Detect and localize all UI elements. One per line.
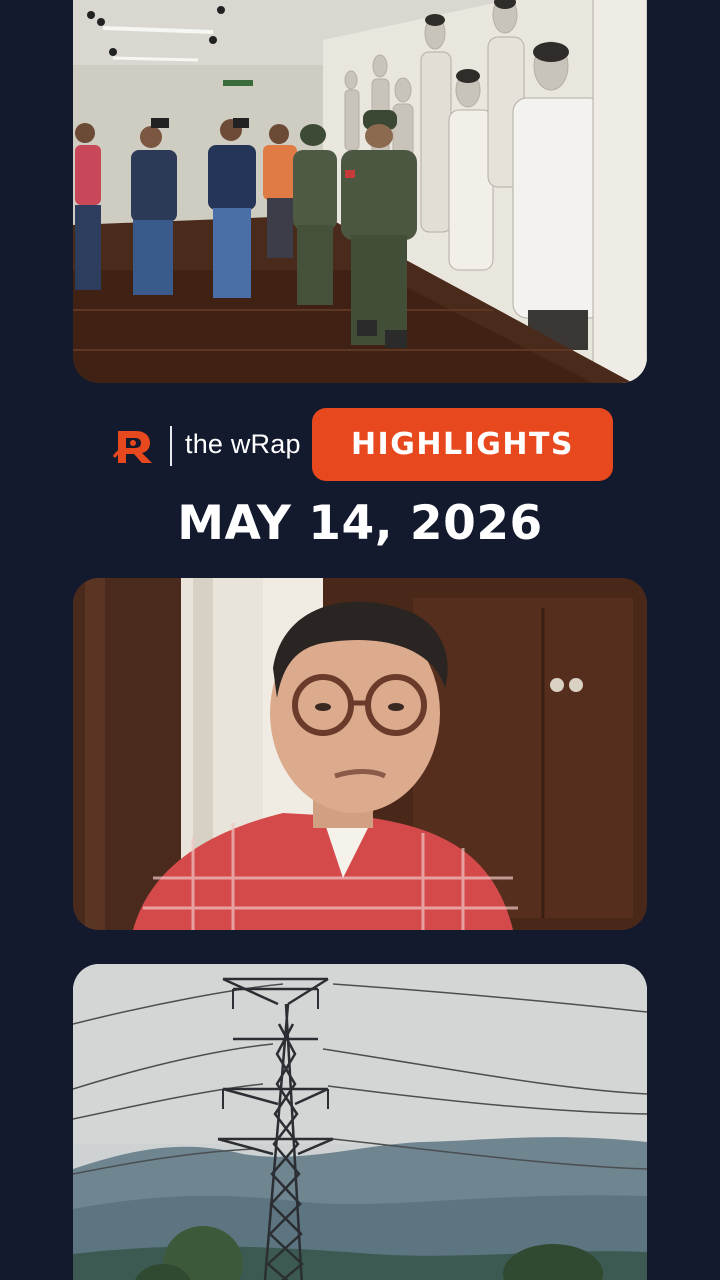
date-heading: MAY 14, 2026 xyxy=(177,496,543,551)
highlights-page: the wRap HIGHLIGHTS MAY 14, 2026 xyxy=(0,0,720,1280)
story-image-power-tower[interactable] xyxy=(73,964,647,1280)
story-image-soldiers[interactable] xyxy=(73,0,647,383)
highlights-badge[interactable]: HIGHLIGHTS xyxy=(312,408,613,481)
man-in-plaid-shirt-video-photo xyxy=(73,578,647,930)
power-transmission-tower-photo xyxy=(73,964,647,1280)
story-image-speaker[interactable] xyxy=(73,578,647,930)
brand-row: the wRap HIGHLIGHTS xyxy=(0,408,720,482)
brand-name: the wRap xyxy=(185,429,301,459)
soldiers-walking-gallery-photo xyxy=(73,0,647,383)
rappler-r-logo-icon[interactable] xyxy=(112,427,156,465)
brand-divider xyxy=(170,426,172,466)
